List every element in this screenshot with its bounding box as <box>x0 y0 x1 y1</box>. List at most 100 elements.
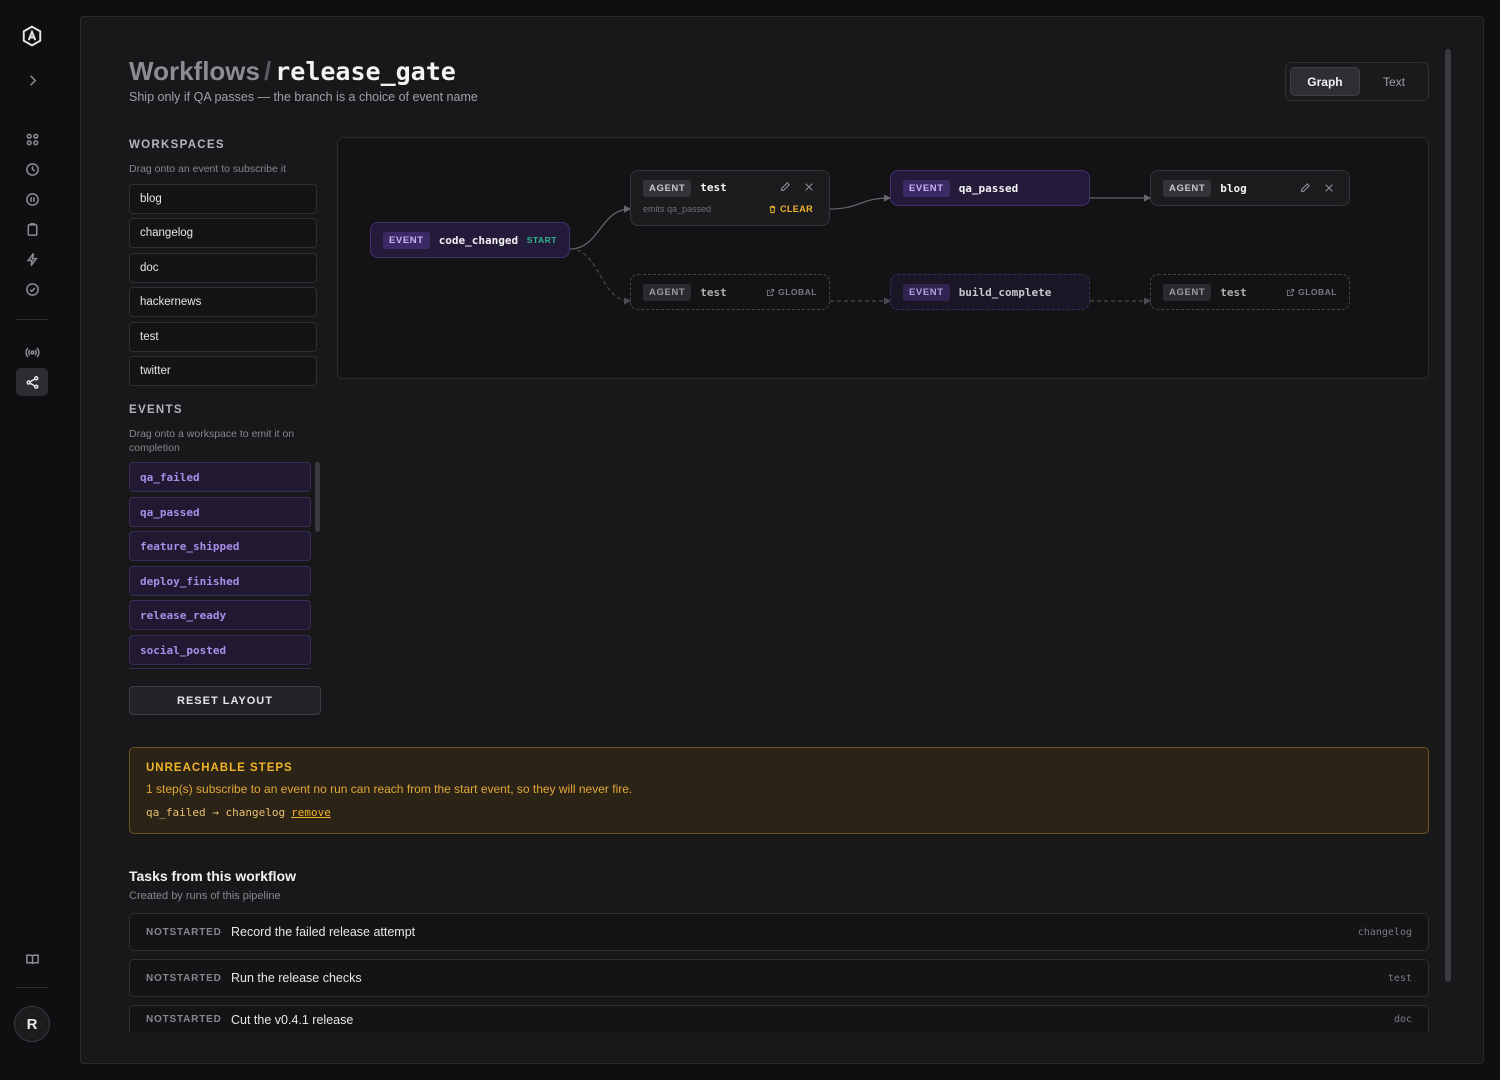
tasks-subtitle: Created by runs of this pipeline <box>129 890 281 902</box>
workspace-item[interactable]: doc <box>129 253 317 283</box>
node-name: test <box>700 181 727 194</box>
close-icon[interactable] <box>803 181 815 193</box>
events-heading: EVENTS <box>129 404 183 416</box>
global-label: GLOBAL <box>778 287 817 297</box>
close-icon[interactable] <box>1323 182 1335 194</box>
node-name: build_complete <box>958 285 1052 299</box>
workspaces-hint: Drag onto an event to subscribe it <box>129 163 287 175</box>
rail-divider-bottom <box>16 987 48 988</box>
agent-tag: AGENT <box>643 180 692 197</box>
task-workspace: test <box>1387 972 1412 984</box>
book-icon[interactable] <box>16 945 48 973</box>
breadcrumb-workflows[interactable]: Workflows <box>129 56 260 86</box>
event-item[interactable]: release_ready <box>129 600 311 630</box>
task-row[interactable]: NOTSTARTED Record the failed release att… <box>129 913 1429 951</box>
workspace-item[interactable]: test <box>129 322 317 352</box>
task-status: NOTSTARTED <box>146 972 222 984</box>
expand-chevron-icon[interactable] <box>16 66 48 94</box>
alert-heading: UNREACHABLE STEPS <box>146 762 293 774</box>
workspace-item[interactable]: hackernews <box>129 287 317 317</box>
task-title: Record the failed release attempt <box>231 925 416 939</box>
event-item[interactable]: qa_failed <box>129 462 311 492</box>
node-name: blog <box>1220 181 1247 195</box>
check-circle-icon[interactable] <box>16 275 48 303</box>
event-item[interactable]: feature_shipped <box>129 531 311 561</box>
emits-label: emits qa_passed <box>643 204 712 214</box>
agent-tag: AGENT <box>1163 179 1212 197</box>
alert-rule-text: qa_failed → changelog <box>146 806 286 819</box>
agent-node-blog[interactable]: AGENT blog <box>1150 170 1350 206</box>
tasks-heading: Tasks from this workflow <box>129 868 296 884</box>
workflow-name: release_gate <box>275 57 456 86</box>
events-scrollbar[interactable] <box>315 462 320 532</box>
node-name: test <box>700 285 727 299</box>
broadcast-icon[interactable] <box>16 338 48 366</box>
page-title: Workflows / release_gate <box>129 56 456 87</box>
workspace-item[interactable]: twitter <box>129 356 317 386</box>
clipboard-icon[interactable] <box>16 215 48 243</box>
clear-emit-button[interactable]: CLEAR <box>768 204 813 214</box>
agent-tag: AGENT <box>1163 283 1212 301</box>
start-badge: START <box>526 235 557 245</box>
node-name: code_changed <box>438 233 519 247</box>
ghost-agent-node-test[interactable]: AGENT test GLOBAL <box>630 274 830 310</box>
workspace-item[interactable]: changelog <box>129 218 317 248</box>
external-link-icon <box>767 288 775 296</box>
pause-circle-icon[interactable] <box>16 185 48 213</box>
task-title: Cut the v0.4.1 release <box>231 1012 354 1027</box>
events-hint: Drag onto a workspace to emit it on comp… <box>129 428 295 454</box>
rail-divider <box>16 319 48 320</box>
ghost-event-node-build-complete[interactable]: EVENT build_complete <box>890 274 1090 310</box>
alert-text: 1 step(s) subscribe to an event no run c… <box>146 782 633 796</box>
node-actions <box>1299 182 1335 194</box>
event-node-qa-passed[interactable]: EVENT qa_passed <box>890 170 1090 206</box>
workflows-share-icon[interactable] <box>16 368 48 396</box>
task-title: Run the release checks <box>231 971 362 985</box>
clear-label: CLEAR <box>780 204 813 214</box>
logo-icon[interactable] <box>16 22 48 50</box>
external-link-icon <box>1287 288 1295 296</box>
unreachable-steps-alert: UNREACHABLE STEPS 1 step(s) subscribe to… <box>129 747 1429 834</box>
task-workspace: doc <box>1393 1014 1412 1025</box>
breadcrumb-separator: / <box>263 56 272 86</box>
remove-link[interactable]: remove <box>291 806 331 819</box>
lightning-icon[interactable] <box>16 245 48 273</box>
task-workspace: changelog <box>1357 926 1412 938</box>
task-status: NOTSTARTED <box>146 1014 222 1025</box>
task-row[interactable]: NOTSTARTED Run the release checks test <box>129 959 1429 997</box>
task-row[interactable]: NOTSTARTED Cut the v0.4.1 release doc <box>129 1005 1429 1033</box>
agent-node-test[interactable]: AGENT test emits qa_passed CLEAR <box>630 170 830 226</box>
dashboard-grid-icon[interactable] <box>16 125 48 153</box>
trash-icon <box>769 205 776 213</box>
user-avatar[interactable]: R <box>14 1006 50 1042</box>
alert-rule: qa_failed → changelog remove <box>146 806 331 819</box>
workspace-item[interactable]: blog <box>129 184 317 214</box>
event-tag: EVENT <box>903 179 950 197</box>
event-item[interactable]: deploy_finished <box>129 566 311 596</box>
ghost-agent-node-test-2[interactable]: AGENT test GLOBAL <box>1150 274 1350 310</box>
event-item[interactable]: social_posted <box>129 635 311 665</box>
view-toggle: Graph Text <box>1285 62 1429 101</box>
edit-pencil-icon[interactable] <box>1299 182 1311 194</box>
event-list-overflow <box>129 668 311 671</box>
node-name: test <box>1220 285 1247 299</box>
event-tag: EVENT <box>383 231 430 249</box>
task-status: NOTSTARTED <box>146 926 222 938</box>
edit-pencil-icon[interactable] <box>779 181 791 193</box>
page-subtitle: Ship only if QA passes — the branch is a… <box>129 90 478 104</box>
reset-layout-button[interactable]: RESET LAYOUT <box>129 686 321 715</box>
event-tag: EVENT <box>903 283 950 301</box>
agent-tag: AGENT <box>643 283 692 301</box>
tab-text[interactable]: Text <box>1364 67 1424 96</box>
nav-rail: R <box>0 0 64 1080</box>
start-event-node[interactable]: EVENT code_changed START <box>370 222 570 258</box>
node-name: qa_passed <box>958 181 1019 195</box>
global-badge: GLOBAL <box>1286 287 1337 297</box>
clock-icon[interactable] <box>16 155 48 183</box>
main-scrollbar[interactable] <box>1445 49 1451 982</box>
global-badge: GLOBAL <box>766 287 817 297</box>
global-label: GLOBAL <box>1298 287 1337 297</box>
tab-graph[interactable]: Graph <box>1290 67 1360 96</box>
event-item[interactable]: qa_passed <box>129 497 311 527</box>
workspaces-heading: WORKSPACES <box>129 139 225 151</box>
